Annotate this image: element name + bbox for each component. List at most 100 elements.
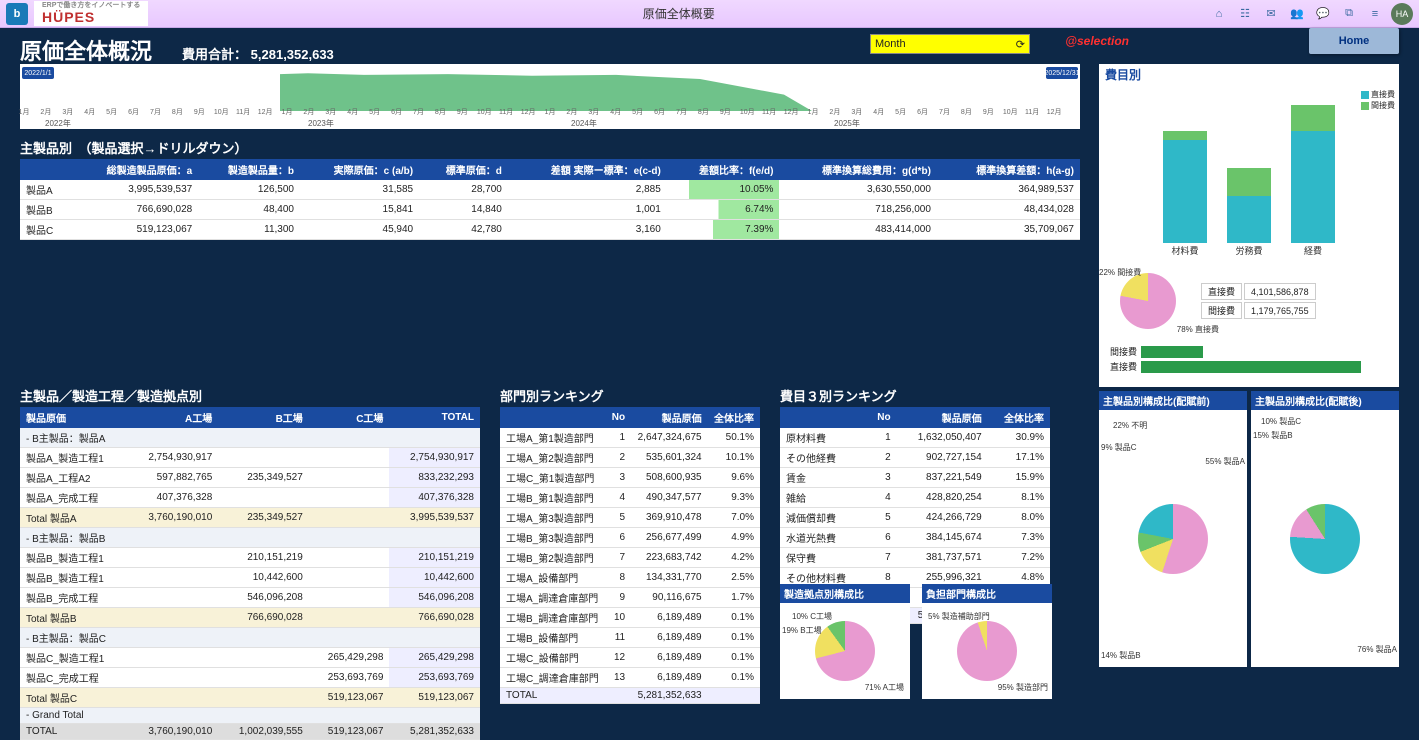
table-row[interactable]: 工場A_設備部門8134,331,7702.5% [500, 568, 760, 588]
table-row[interactable]: 水道光熱費6384,145,6747.3% [780, 528, 1050, 548]
table-row[interactable]: 製品A_工程A2597,882,765235,349,527833,232,29… [20, 468, 480, 488]
month-label: Month [875, 38, 906, 50]
users-icon[interactable]: 👥 [1287, 4, 1307, 24]
app-icon[interactable]: b [6, 3, 28, 25]
direct-indirect-hbar[interactable]: 間接費 直接費 [1099, 341, 1399, 387]
pie-dept-block: 負担部門構成比 95% 製造部門5% 製造補助部門 [922, 584, 1052, 699]
direct-indirect-table: 直接費4,101,586,878間接費1,179,765,755 [1199, 281, 1318, 321]
pie-label: 5% 製造補助部門 [928, 611, 990, 622]
group-header[interactable]: - B主製品：製品B [20, 528, 480, 548]
group-header[interactable]: - B主製品：製品A [20, 428, 480, 448]
table-row[interactable]: 工場A_第3製造部門5369,910,4787.0% [500, 508, 760, 528]
pie-location-block: 製造拠点別構成比 71% A工場19% B工場10% C工場 [780, 584, 910, 699]
home-icon[interactable]: ⌂ [1209, 4, 1229, 24]
col-header: 標準換算総費用：g(d*b) [779, 159, 937, 180]
pie-label: 10% 製品C [1261, 416, 1301, 427]
pie-label: 22% 不明 [1113, 420, 1147, 431]
heading-row: 原価全体概況 費用合計： 5,281,352,633 [20, 34, 1399, 66]
total-row: TOTAL5,281,352,633 [500, 688, 760, 704]
mail-icon[interactable]: ✉ [1261, 4, 1281, 24]
copy-icon[interactable]: ⧉ [1339, 4, 1359, 24]
dept-table[interactable]: No製品原価全体比率工場A_第1製造部門12,647,324,67550.1%工… [500, 407, 760, 704]
pie-pre-title: 主製品別構成比(配賦前) [1099, 391, 1247, 410]
hbar-row[interactable]: 間接費 [1105, 345, 1393, 358]
table-row[interactable]: 工場A_調達倉庫部門990,116,6751.7% [500, 588, 760, 608]
chat-icon[interactable]: 💬 [1313, 4, 1333, 24]
table-row[interactable]: 工場B_調達倉庫部門106,189,4890.1% [500, 608, 760, 628]
hbar-row[interactable]: 直接費 [1105, 360, 1393, 373]
col-header [20, 159, 71, 180]
direct-indirect-pie[interactable] [1120, 273, 1176, 329]
pie-dept-chart[interactable] [957, 621, 1017, 681]
reload-icon[interactable]: ⟳ [1016, 38, 1025, 51]
cat3-title: 費目３別ランキング [780, 386, 1050, 405]
table-row[interactable]: 工場C_設備部門126,189,4890.1% [500, 648, 760, 668]
table-row: 直接費4,101,586,878 [1201, 283, 1316, 300]
cost-category-barchart[interactable]: 直接費間接費 材料費 労務費 経費 [1099, 85, 1399, 261]
table-row[interactable]: 製品A_完成工程407,376,328407,376,328 [20, 488, 480, 508]
cost-category-title: 費目別 [1099, 64, 1399, 85]
col-header: 実際原価：c (a/b) [300, 159, 419, 180]
dept-title: 部門別ランキング [500, 386, 760, 405]
right-column: 費目別 直接費間接費 材料費 労務費 経費 78 [1099, 64, 1399, 667]
table-row[interactable]: 製品C519,123,06711,30045,94042,7803,1607.3… [20, 220, 1080, 240]
table-row[interactable]: 減価償却費5424,266,7298.0% [780, 508, 1050, 528]
pie-label: 76% 製品A [1357, 644, 1397, 655]
table-row[interactable]: 工場A_第2製造部門2535,601,32410.1% [500, 448, 760, 468]
bar-column[interactable]: 経費 [1291, 105, 1335, 243]
month-selector[interactable]: Month ⟳ [870, 34, 1030, 54]
table-row[interactable]: 工場B_第2製造部門7223,683,7424.2% [500, 548, 760, 568]
table-row[interactable]: 製品B_製造工程1210,151,219210,151,219 [20, 548, 480, 568]
table-row[interactable]: 製品C_完成工程253,693,769253,693,769 [20, 668, 480, 688]
table-row[interactable]: 製品A_製造工程12,754,930,9172,754,930,917 [20, 448, 480, 468]
pie-location-chart[interactable] [815, 621, 875, 681]
pie-pre-chart[interactable] [1138, 504, 1208, 574]
cross-table[interactable]: 製品原価A工場B工場C工場TOTAL- B主製品：製品A製品A_製造工程12,7… [20, 407, 480, 740]
home-button[interactable]: Home [1309, 28, 1399, 54]
pie-dept-title: 負担部門構成比 [922, 584, 1052, 603]
timeline-axis: 1月2月3月4月5月6月7月8月9月10月11月12月2022年1月2月3月4月… [24, 107, 1076, 117]
table-row[interactable]: 工場B_第3製造部門6256,677,4994.9% [500, 528, 760, 548]
table-row[interactable]: 工場A_第1製造部門12,647,324,67550.1% [500, 428, 760, 448]
subtotal-row: Total 製品A3,760,190,010235,349,5273,995,5… [20, 508, 480, 528]
logo: ERPで働き方をイノベートする HÜPES [34, 1, 148, 26]
page-header-title: 原価全体概要 [154, 5, 1203, 22]
grand-total-row: TOTAL3,760,190,0101,002,039,555519,123,0… [20, 724, 480, 740]
table-row[interactable]: 工場B_設備部門116,189,4890.1% [500, 628, 760, 648]
avatar[interactable]: HA [1391, 3, 1413, 25]
main-product-table[interactable]: 総製造製品原価：a製造製品量：b実際原価：c (a/b)標準原価：d差額 実際ー… [20, 159, 1080, 240]
col-header: 製品原価 [897, 407, 988, 428]
table-row[interactable]: 保守費7381,737,5717.2% [780, 548, 1050, 568]
logo-text: HÜPES [42, 9, 95, 25]
main-product-block: 主製品別 （製品選択→ドリルダウン） 総製造製品原価：a製造製品量：b実際原価：… [20, 134, 1080, 240]
table-row[interactable]: 工場C_第1製造部門3508,600,9359.6% [500, 468, 760, 488]
tree-icon[interactable]: ☷ [1235, 4, 1255, 24]
table-row[interactable]: 製品C_製造工程1265,429,298265,429,298 [20, 648, 480, 668]
range-handle-start[interactable]: 2022/1/1 [22, 67, 54, 79]
bar-column[interactable]: 労務費 [1227, 168, 1271, 243]
barchart-legend: 直接費間接費 [1361, 89, 1395, 111]
table-row[interactable]: 製品A3,995,539,537126,50031,58528,7002,885… [20, 180, 1080, 200]
table-row[interactable]: 製品B_完成工程546,096,208546,096,208 [20, 588, 480, 608]
table-row[interactable]: その他経費2902,727,15417.1% [780, 448, 1050, 468]
table-row[interactable]: 工場C_調達倉庫部門136,189,4890.1% [500, 668, 760, 688]
pie-label: 22% 間接費 [1099, 267, 1141, 278]
range-handle-end[interactable]: 2025/12/31 [1046, 67, 1078, 79]
table-row[interactable]: 雑給4428,820,2548.1% [780, 488, 1050, 508]
page-body: 原価全体概況 費用合計： 5,281,352,633 Month ⟳ @sele… [0, 28, 1419, 673]
main-product-title: 主製品別 （製品選択→ドリルダウン） [20, 138, 1080, 157]
table-row[interactable]: 原材料費11,632,050,40730.9% [780, 428, 1050, 448]
group-header[interactable]: - B主製品：製品C [20, 628, 480, 648]
subtotal-row: Total 製品C519,123,067519,123,067 [20, 688, 480, 708]
table-row[interactable]: 賃金3837,221,54915.9% [780, 468, 1050, 488]
menu-icon[interactable]: ≡ [1365, 4, 1385, 24]
pie-post-chart[interactable] [1290, 504, 1360, 574]
direct-indirect-row: 78% 直接費22% 間接費 直接費4,101,586,878間接費1,179,… [1099, 261, 1399, 341]
col-header [780, 407, 866, 428]
table-row[interactable]: 製品B_製造工程110,442,60010,442,600 [20, 568, 480, 588]
table-row[interactable]: 工場B_第1製造部門4490,347,5779.3% [500, 488, 760, 508]
bar-column[interactable]: 材料費 [1163, 131, 1207, 243]
col-header: No [866, 407, 896, 428]
timeline-chart[interactable]: 2022/1/1 2025/12/31 1月2月3月4月5月6月7月8月9月10… [20, 64, 1080, 129]
table-row[interactable]: 製品B766,690,02848,40015,84114,8401,0016.7… [20, 200, 1080, 220]
